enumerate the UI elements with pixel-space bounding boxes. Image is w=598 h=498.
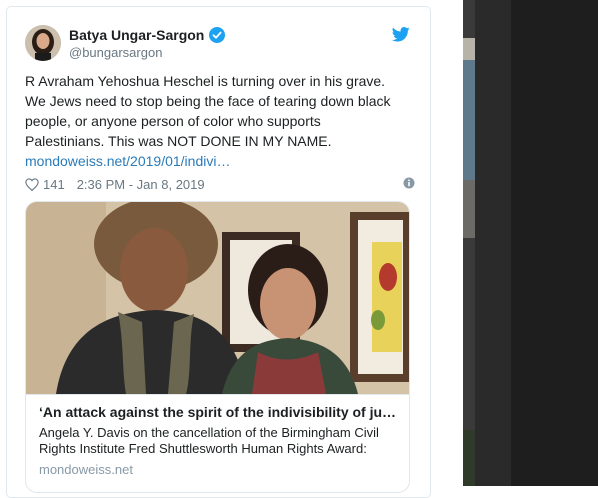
tweet-text-line: We Jews need to stop being the face of t… bbox=[25, 93, 391, 109]
avatar[interactable] bbox=[25, 25, 61, 61]
heart-icon[interactable] bbox=[25, 177, 39, 191]
background-page-right bbox=[463, 0, 598, 486]
like-count[interactable]: 141 bbox=[43, 177, 65, 192]
tweet-timestamp[interactable]: 2:36 PM - Jan 8, 2019 bbox=[77, 177, 205, 192]
card-image[interactable] bbox=[26, 202, 409, 394]
author-handle[interactable]: @bungarsargon bbox=[69, 45, 162, 60]
tweet-text-line: Palestinians. This was NOT DONE IN MY NA… bbox=[25, 133, 332, 149]
card-title[interactable]: ‘An attack against the spirit of the ind… bbox=[39, 404, 399, 420]
info-icon[interactable] bbox=[403, 177, 415, 189]
tweet-text-line: R Avraham Yehoshua Heschel is turning ov… bbox=[25, 73, 386, 89]
avatar-image bbox=[25, 25, 61, 61]
card-description: Angela Y. Davis on the cancellation of t… bbox=[39, 425, 379, 456]
tweet-text-line: people, or anyone person of color who su… bbox=[25, 113, 321, 129]
tweet-text: R Avraham Yehoshua Heschel is turning ov… bbox=[25, 71, 420, 171]
twitter-bird-icon[interactable] bbox=[392, 27, 410, 42]
background-dark-area bbox=[511, 0, 598, 486]
embedded-tweet[interactable]: Batya Ungar-Sargon @bungarsargon R Avrah… bbox=[6, 6, 431, 498]
card-body[interactable]: ‘An attack against the spirit of the ind… bbox=[26, 394, 409, 492]
verified-badge-icon bbox=[209, 27, 226, 43]
author-name[interactable]: Batya Ungar-Sargon bbox=[69, 27, 204, 43]
link-preview-card[interactable]: ‘An attack against the spirit of the ind… bbox=[25, 201, 410, 493]
tweet-meta: 141 2:36 PM - Jan 8, 2019 bbox=[25, 176, 415, 192]
card-domain[interactable]: mondoweiss.net bbox=[39, 462, 133, 477]
tweet-link[interactable]: mondoweiss.net/2019/01/indivi… bbox=[25, 153, 230, 169]
background-image-strip bbox=[463, 0, 475, 486]
